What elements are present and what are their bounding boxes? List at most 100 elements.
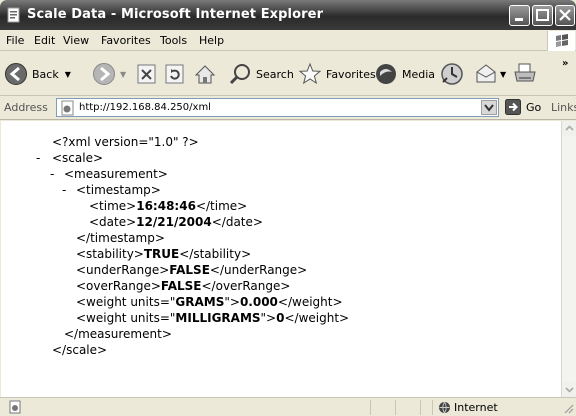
scroll-down-button[interactable] <box>562 382 576 397</box>
links-button[interactable]: Links <box>551 101 576 114</box>
page-icon <box>61 100 74 116</box>
tag-timestamp-open: <timestamp> <box>76 183 161 197</box>
print-icon <box>514 63 536 82</box>
tag-scale-close: </scale> <box>52 343 108 357</box>
mail-icon <box>476 64 496 83</box>
address-field[interactable] <box>56 98 499 117</box>
menu-favorites[interactable]: Favorites <box>101 34 151 47</box>
home-button[interactable] <box>193 62 217 86</box>
tag-underrange-open: <underRange> <box>76 263 170 277</box>
collapse-scale-toggle[interactable]: - <box>36 151 40 165</box>
back-label: Back <box>32 67 59 81</box>
page-icon <box>7 7 20 23</box>
xml-overrange-line: <overRange>FALSE</overRange> <box>76 279 290 293</box>
vertical-scrollbar[interactable] <box>561 121 576 397</box>
tag-stability-close: </stability> <box>179 247 252 261</box>
go-button[interactable]: Go <box>505 99 541 115</box>
media-label: Media <box>402 67 436 81</box>
page-status-icon <box>9 400 21 414</box>
weight-grams-value: 0.000 <box>239 295 278 309</box>
status-pane <box>420 400 432 415</box>
chevron-up-icon <box>565 125 574 131</box>
chevron-down-icon <box>565 387 574 393</box>
address-bar: Address Go Links <box>0 96 576 120</box>
xml-weight-milligrams-line: <weight units="MILLIGRAMS">0</weight> <box>76 311 349 325</box>
tag-weight-close: </weight> <box>277 295 343 309</box>
address-input[interactable] <box>79 100 474 115</box>
weight-units-milligrams: MILLIGRAMS <box>175 311 261 325</box>
address-label: Address <box>4 101 48 114</box>
history-button[interactable] <box>440 62 464 86</box>
menu-edit[interactable]: Edit <box>34 34 55 47</box>
tag-weight-close: </weight> <box>284 311 350 325</box>
stop-icon <box>137 64 156 84</box>
back-button[interactable]: Back ▼ <box>4 62 71 86</box>
tag-scale-open: <scale> <box>52 151 104 165</box>
refresh-icon <box>165 64 184 84</box>
go-label: Go <box>526 100 542 114</box>
xml-measurement-open: <measurement> <box>64 167 168 181</box>
tag-measurement-open: <measurement> <box>64 167 168 181</box>
address-dropdown-button[interactable] <box>481 100 497 115</box>
print-button[interactable] <box>512 62 538 86</box>
back-arrow-icon <box>5 63 27 85</box>
tag-overrange-open: <overRange> <box>76 279 161 293</box>
media-button[interactable]: Media <box>374 62 435 86</box>
minimize-icon <box>515 18 523 21</box>
menu-file[interactable]: File <box>6 34 24 47</box>
close-icon <box>559 9 571 21</box>
search-button[interactable]: Search <box>228 62 294 86</box>
internet-globe-icon <box>439 401 450 414</box>
tag-stability-open: <stability> <box>76 247 144 261</box>
tag-weight-open-end: "> <box>224 295 240 309</box>
favorites-button[interactable]: Favorites <box>298 62 376 86</box>
resize-grip-icon[interactable] <box>563 403 574 414</box>
stability-value: TRUE <box>143 247 180 261</box>
status-bar: Internet <box>0 397 576 416</box>
collapse-measurement-toggle[interactable]: - <box>50 167 54 181</box>
close-button[interactable] <box>555 5 575 26</box>
xml-scale-open: <scale> <box>52 151 103 165</box>
xml-underrange-line: <underRange>FALSE</underRange> <box>76 263 307 277</box>
go-arrow-icon <box>505 99 521 115</box>
xml-scale-close: </scale> <box>52 343 107 357</box>
xml-weight-grams-line: <weight units="GRAMS">0.000</weight> <box>76 295 343 309</box>
status-pane <box>370 400 395 415</box>
windows-logo-icon <box>547 31 575 51</box>
stop-button[interactable] <box>136 62 158 86</box>
tag-weight-open-end: "> <box>260 311 277 325</box>
time-value: 16:48:46 <box>136 199 196 213</box>
favorites-label: Favorites <box>326 67 376 81</box>
mail-dropdown-icon[interactable]: ▼ <box>500 70 506 79</box>
forward-arrow-icon <box>93 63 115 85</box>
maximize-icon <box>536 9 549 21</box>
status-pane <box>395 400 420 415</box>
weight-units-grams: GRAMS <box>175 295 225 309</box>
minimize-button[interactable] <box>509 5 530 26</box>
tag-measurement-close: </measurement> <box>64 327 172 341</box>
overrange-value: FALSE <box>160 279 202 293</box>
xml-timestamp-close: </timestamp> <box>76 231 165 245</box>
maximize-button[interactable] <box>532 5 553 26</box>
tag-weight-open: <weight units=" <box>76 295 176 309</box>
menu-tools[interactable]: Tools <box>160 34 187 47</box>
xml-measurement-close: </measurement> <box>64 327 172 341</box>
title-bar[interactable]: Scale Data - Microsoft Internet Explorer <box>0 0 576 30</box>
underrange-value: FALSE <box>169 263 210 277</box>
xml-time-line: <time>16:48:46</time> <box>89 199 247 213</box>
collapse-timestamp-toggle[interactable]: - <box>62 183 66 197</box>
standard-toolbar: Back ▼ ▼ Search Favorites Media ▼ <box>0 52 576 96</box>
forward-button[interactable]: ▼ <box>92 62 126 86</box>
xml-document: <?xml version="1.0" ?> - <scale> - <meas… <box>1 121 561 397</box>
back-dropdown-icon[interactable]: ▼ <box>65 70 71 79</box>
tag-date-close: </date> <box>211 215 263 229</box>
search-label: Search <box>256 67 294 81</box>
menu-help[interactable]: Help <box>199 34 224 47</box>
browser-window: Scale Data - Microsoft Internet Explorer… <box>0 0 576 416</box>
menu-view[interactable]: View <box>63 34 89 47</box>
mail-button[interactable]: ▼ <box>474 62 506 86</box>
forward-dropdown-icon[interactable]: ▼ <box>120 70 126 79</box>
scroll-up-button[interactable] <box>562 121 576 136</box>
toolbar-chevron-icon[interactable]: » <box>562 58 568 69</box>
refresh-button[interactable] <box>164 62 186 86</box>
